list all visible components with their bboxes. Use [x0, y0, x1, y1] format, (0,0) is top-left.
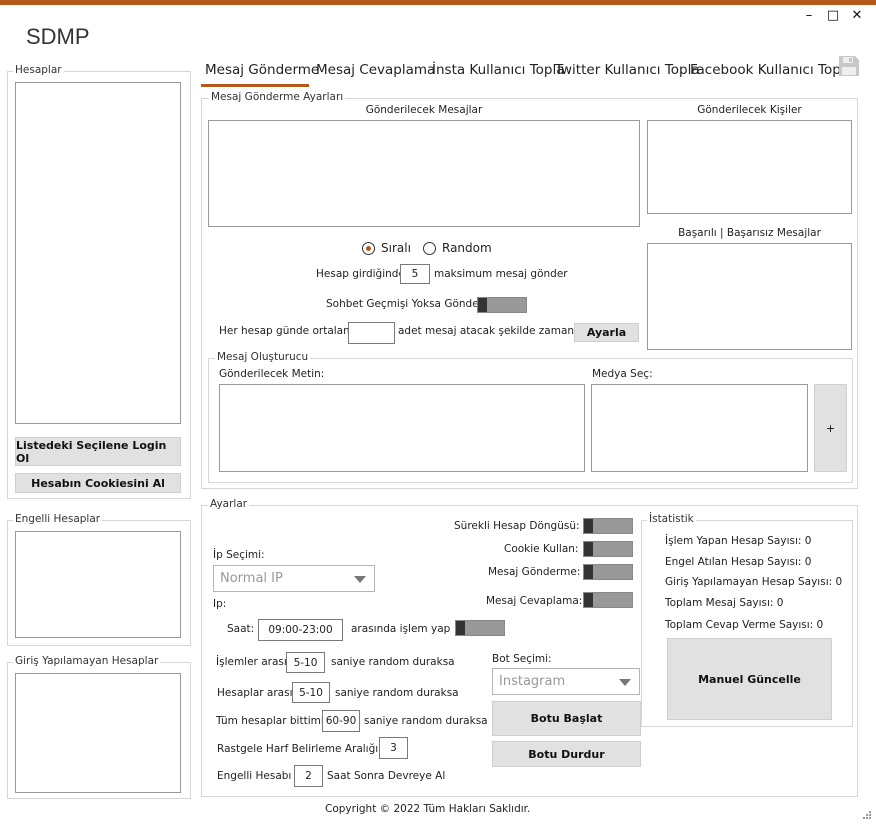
recipients-label: Gönderilecek Kişiler [697, 104, 802, 116]
daily-average-input[interactable] [348, 322, 395, 344]
random-letter-label: Rastgele Harf Belirleme Aralığı: [217, 743, 382, 755]
message-reply-label: Mesaj Cevaplama: [486, 595, 583, 607]
save-icon[interactable] [838, 55, 860, 77]
send-settings-title: Mesaj Gönderme Ayarları [209, 91, 346, 103]
start-bot-button[interactable]: Botu Başlat [492, 701, 641, 736]
radio-random[interactable] [423, 242, 436, 255]
add-media-button[interactable]: + [814, 384, 847, 472]
daily-average-suffix: adet mesaj atacak şekilde zamanları [398, 325, 591, 337]
blocked-reactivate-suffix: Saat Sonra Devreye Al [327, 770, 446, 782]
messages-label: Gönderilecek Mesajlar [365, 104, 483, 116]
ip-select[interactable]: Normal IP [213, 565, 375, 592]
chevron-down-icon [619, 679, 631, 686]
accounts-delay-input[interactable]: 5-10 [292, 682, 330, 703]
stat-failed-login-accounts: Giriş Yapılamayan Hesap Sayısı: 0 [665, 576, 843, 588]
blocked-reactivate-input[interactable]: 2 [294, 765, 323, 787]
ip-short-label: Ip: [213, 598, 227, 610]
failed-accounts-list[interactable] [15, 673, 181, 793]
minimize-button[interactable]: – [802, 8, 816, 23]
tab-facebook-kullanici-topla[interactable]: Facebook Kullanıcı Topla [690, 62, 853, 78]
media-select-box[interactable] [591, 384, 808, 472]
blocked-accounts-title: Engelli Hesaplar [13, 513, 103, 525]
login-selected-button[interactable]: Listedeki Seçilene Login Ol [15, 437, 181, 466]
title-accent-bar [0, 0, 876, 5]
recipients-textbox[interactable] [647, 120, 852, 214]
time-range-toggle[interactable] [455, 620, 505, 636]
close-button[interactable]: ✕ [850, 8, 864, 23]
chat-history-toggle[interactable] [477, 297, 527, 313]
stat-blocked-accounts: Engel Atılan Hesap Sayısı: 0 [665, 556, 812, 568]
text-to-send-textbox[interactable] [219, 384, 585, 472]
random-letter-input[interactable]: 3 [379, 737, 408, 759]
chat-history-label: Sohbet Geçmişi Yoksa Gönder: [326, 298, 487, 310]
cookie-use-toggle[interactable] [583, 541, 633, 557]
resize-grip-icon[interactable] [862, 810, 872, 820]
failed-accounts-title: Giriş Yapılamayan Hesaplar [13, 655, 161, 667]
message-reply-toggle[interactable] [583, 592, 633, 608]
blocked-reactivate-prefix: Engelli Hesabı [217, 770, 292, 782]
manual-refresh-button[interactable]: Manuel Güncelle [667, 638, 832, 720]
radio-ordered[interactable] [362, 242, 375, 255]
tab-mesaj-cevaplama[interactable]: Mesaj Cevaplama [316, 62, 435, 78]
radio-random-label: Random [442, 241, 492, 255]
blocked-accounts-list[interactable] [15, 531, 181, 638]
app-title: SDMP [26, 24, 90, 49]
account-loop-toggle[interactable] [583, 518, 633, 534]
messages-textbox[interactable] [208, 120, 640, 227]
time-range-input[interactable]: 09:00-23:00 [258, 619, 343, 641]
ops-delay-suffix: saniye random duraksa [331, 656, 455, 668]
time-label: Saat: [227, 623, 255, 635]
adjust-button[interactable]: Ayarla [574, 323, 639, 342]
ip-select-value: Normal IP [220, 571, 283, 586]
accounts-delay-suffix: saniye random duraksa [335, 687, 459, 699]
ip-selection-label: İp Seçimi: [213, 549, 265, 561]
all-accounts-delay-suffix: saniye random duraksa [364, 715, 488, 727]
tab-insta-kullanici-topla[interactable]: İnsta Kullanıcı Topla [432, 62, 565, 78]
text-to-send-label: Gönderilecek Metin: [219, 368, 325, 380]
success-fail-textbox[interactable] [647, 243, 852, 350]
all-accounts-delay-input[interactable]: 60-90 [322, 710, 360, 732]
max-messages-suffix: maksimum mesaj gönder [434, 268, 568, 280]
statistics-title: İstatistik [647, 513, 696, 525]
message-send-label: Mesaj Gönderme: [488, 566, 581, 578]
radio-ordered-label: Sıralı [381, 241, 411, 255]
maximize-button[interactable]: □ [826, 8, 840, 23]
cookie-use-label: Cookie Kullan: [504, 543, 579, 555]
settings-title: Ayarlar [208, 498, 250, 510]
ops-delay-prefix: İşlemler arası [216, 656, 287, 668]
stat-processed-accounts: İşlem Yapan Hesap Sayısı: 0 [665, 535, 812, 547]
account-loop-label: Sürekli Hesap Döngüsü: [454, 520, 580, 532]
get-cookies-button[interactable]: Hesabın Cookiesini Al [15, 473, 181, 493]
stop-bot-button[interactable]: Botu Durdur [492, 741, 641, 767]
daily-average-prefix: Her hesap günde ortalama [219, 325, 360, 337]
accounts-delay-prefix: Hesaplar arası [217, 687, 293, 699]
ops-delay-input[interactable]: 5-10 [286, 652, 325, 673]
accounts-list[interactable] [15, 82, 181, 424]
bot-select-value: Instagram [499, 674, 566, 689]
bot-selection-label: Bot Seçimi: [492, 653, 552, 665]
all-accounts-delay-prefix: Tüm hesaplar bittimi [216, 715, 324, 727]
copyright-text: Copyright © 2022 Tüm Hakları Saklıdır. [325, 803, 531, 815]
stat-total-messages: Toplam Mesaj Sayısı: 0 [665, 597, 784, 609]
max-messages-prefix: Hesap girdiğinde [316, 268, 405, 280]
chevron-down-icon [354, 576, 366, 583]
message-creator-title: Mesaj Oluşturucu [215, 351, 311, 363]
success-fail-label: Başarılı | Başarısız Mesajlar [678, 227, 821, 239]
message-send-toggle[interactable] [583, 564, 633, 580]
max-messages-input[interactable]: 5 [400, 264, 430, 284]
bot-select[interactable]: Instagram [492, 668, 640, 695]
tab-mesaj-gonderme[interactable]: Mesaj Gönderme [205, 62, 319, 78]
tab-twitter-kullanici-topla[interactable]: Twitter Kullanıcı Topla [555, 62, 700, 78]
stat-total-replies: Toplam Cevap Verme Sayısı: 0 [665, 619, 824, 631]
time-range-suffix: arasında işlem yap [351, 623, 451, 635]
media-select-label: Medya Seç: [592, 368, 653, 380]
active-tab-indicator [201, 84, 309, 87]
accounts-title: Hesaplar [13, 64, 64, 76]
